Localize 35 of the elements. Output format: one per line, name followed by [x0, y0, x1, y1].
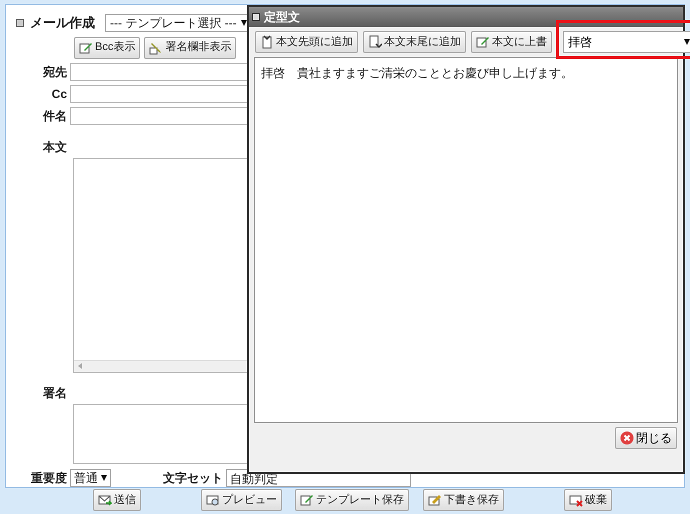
toolbar-button[interactable]: プレビュー — [201, 489, 282, 511]
field-label: 署名 — [42, 384, 68, 402]
pencil-icon — [300, 493, 314, 507]
pencil-icon — [79, 40, 93, 54]
square-icon — [16, 18, 24, 27]
close-button[interactable]: 閉じる — [615, 427, 677, 449]
field-label: Cc — [50, 86, 68, 102]
toolbar-button[interactable]: Bcc表示 — [74, 36, 140, 58]
document-icon — [260, 35, 274, 49]
field-label: 重要度 — [30, 470, 68, 487]
square-icon — [252, 13, 260, 21]
toolbar-button[interactable]: 署名欄非表示 — [144, 36, 236, 58]
toolbar-button[interactable]: 破棄 — [564, 489, 612, 511]
toolbar-button[interactable]: 本文に上書 — [471, 31, 552, 53]
pencil-icon — [428, 493, 442, 507]
toolbar-button[interactable]: 下書き保存 — [423, 489, 504, 511]
pencil-icon — [476, 35, 490, 49]
toolbar-button[interactable]: 本文先頭に追加 — [255, 31, 358, 53]
priority-select[interactable]: 普通 — [70, 469, 111, 487]
toolbar-button[interactable]: テンプレート保存 — [295, 489, 409, 511]
caret-icon — [101, 475, 107, 481]
form-title: メール作成 — [30, 14, 95, 32]
field-label: 文字セット — [163, 470, 224, 487]
pen-icon — [149, 40, 164, 54]
document-icon — [368, 35, 382, 49]
field-label: 本文 — [42, 138, 68, 156]
close-icon — [620, 431, 634, 445]
phrase-textarea[interactable]: 拝啓 貴社ますますご清栄のこととお慶び申し上げます。 — [254, 57, 678, 423]
toolbar-button[interactable]: 本文末尾に追加 — [363, 31, 466, 53]
field-label: 件名 — [42, 108, 68, 124]
phrase-select[interactable]: 拝啓 — [563, 31, 690, 53]
dialog-title: 定型文 — [264, 9, 300, 26]
caret-icon — [684, 39, 690, 45]
field-label: 宛先 — [42, 64, 68, 80]
toolbar-button[interactable]: 送信 — [93, 489, 141, 511]
